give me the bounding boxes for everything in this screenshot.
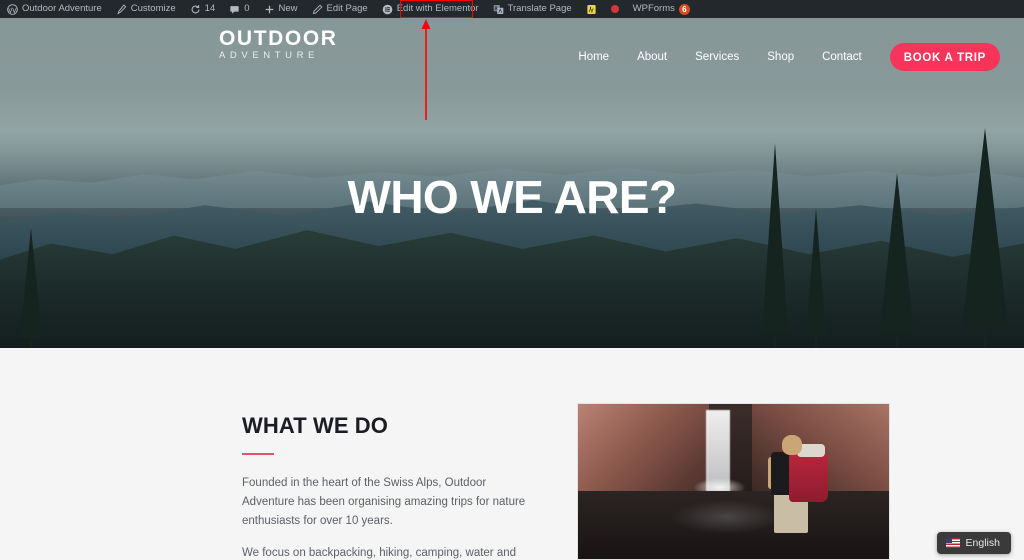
adminbar-yoast[interactable] bbox=[579, 0, 604, 18]
adminbar-comments-count: 0 bbox=[244, 3, 250, 14]
adminbar-edit-elementor[interactable]: Edit with Elementor bbox=[375, 0, 486, 18]
adminbar-new-label: New bbox=[278, 3, 298, 14]
nav-item-shop[interactable]: Shop bbox=[753, 42, 808, 72]
adminbar-customize-label: Customize bbox=[130, 3, 176, 14]
adminbar-edit-elementor-label: Edit with Elementor bbox=[396, 3, 479, 14]
section-paragraph-1: Founded in the heart of the Swiss Alps, … bbox=[242, 477, 526, 527]
adminbar-edit-page[interactable]: Edit Page bbox=[305, 0, 375, 18]
language-switcher[interactable]: English bbox=[936, 532, 1011, 554]
content-section: WHAT WE DO Founded in the heart of the S… bbox=[0, 348, 1024, 560]
adminbar-wpforms[interactable]: WPForms 6 bbox=[626, 0, 697, 18]
nav-item-about[interactable]: About bbox=[623, 42, 681, 72]
wordpress-admin-bar: Outdoor Adventure Customize 14 0 New Edi… bbox=[0, 0, 1024, 18]
elementor-icon bbox=[382, 4, 393, 15]
site-logo[interactable]: OUTDOOR ADVENTURE bbox=[219, 28, 338, 62]
adminbar-record[interactable] bbox=[604, 0, 626, 18]
adminbar-new[interactable]: New bbox=[257, 0, 305, 18]
what-we-do-block: WHAT WE DO Founded in the heart of the S… bbox=[242, 413, 532, 560]
adminbar-site-name[interactable]: Outdoor Adventure bbox=[0, 0, 109, 18]
annotation-arrow bbox=[421, 19, 431, 120]
logo-line-primary: OUTDOOR bbox=[219, 27, 338, 50]
pine-tree-icon bbox=[962, 128, 1008, 348]
adminbar-updates[interactable]: 14 bbox=[183, 0, 223, 18]
book-a-trip-button[interactable]: BOOK A TRIP bbox=[889, 43, 1000, 71]
water-reflection bbox=[671, 500, 784, 535]
section-heading: WHAT WE DO bbox=[242, 413, 389, 438]
pine-tree-icon bbox=[806, 208, 826, 348]
logo-line-secondary: ADVENTURE bbox=[219, 50, 319, 61]
adminbar-comments[interactable]: 0 bbox=[222, 0, 256, 18]
record-dot-icon bbox=[610, 5, 619, 13]
adminbar-wpforms-label: WPForms bbox=[632, 3, 675, 14]
adminbar-customize[interactable]: Customize bbox=[109, 0, 183, 18]
paintbrush-icon bbox=[116, 3, 127, 15]
adminbar-updates-count: 14 bbox=[204, 3, 216, 14]
pencil-icon bbox=[312, 4, 323, 15]
adminbar-translate-page-label: Translate Page bbox=[507, 3, 572, 14]
waterfall-hiker-image bbox=[577, 403, 890, 560]
hiker-backpack bbox=[789, 452, 829, 502]
wordpress-logo-icon bbox=[7, 3, 18, 15]
plus-icon bbox=[264, 4, 275, 15]
nav-item-services[interactable]: Services bbox=[681, 42, 753, 72]
nav-item-home[interactable]: Home bbox=[564, 42, 623, 72]
nav-item-contact[interactable]: Contact bbox=[808, 42, 876, 72]
adminbar-translate-page[interactable]: Translate Page bbox=[486, 0, 579, 18]
updates-icon bbox=[190, 4, 201, 15]
section-paragraph-2: We focus on backpacking, hiking, camping… bbox=[242, 547, 517, 559]
adminbar-site-name-label: Outdoor Adventure bbox=[22, 3, 102, 14]
comment-bubble-icon bbox=[229, 4, 240, 15]
primary-navigation: Home About Services Shop Contact BOOK A … bbox=[564, 42, 1000, 72]
hero-title: WHO WE ARE? bbox=[347, 171, 678, 223]
hiker-head bbox=[781, 435, 802, 456]
adminbar-edit-page-label: Edit Page bbox=[326, 3, 368, 14]
adminbar-wpforms-badge: 6 bbox=[678, 3, 690, 15]
hero-section: OUTDOOR ADVENTURE Home About Services Sh… bbox=[0, 18, 1024, 348]
language-switcher-label: English bbox=[965, 537, 1000, 549]
yoast-seo-icon bbox=[586, 4, 597, 15]
translate-icon bbox=[493, 4, 504, 15]
pine-tree-icon bbox=[20, 228, 42, 348]
heading-accent-rule bbox=[242, 453, 274, 455]
us-flag-icon bbox=[945, 538, 960, 548]
